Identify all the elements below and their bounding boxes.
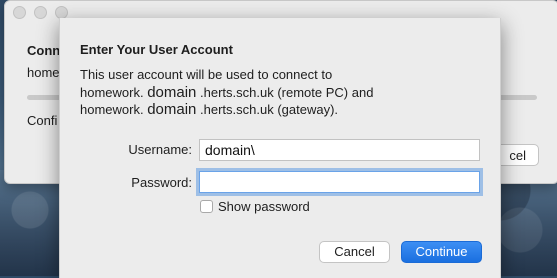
background-title: Conn <box>27 43 61 58</box>
domain-placeholder: domain <box>147 84 197 101</box>
cancel-button[interactable]: Cancel <box>319 241 390 263</box>
background-status-text: Confi <box>27 113 58 128</box>
close-window-icon[interactable] <box>13 6 26 19</box>
password-label: Password: <box>131 175 192 190</box>
dialog-description: homework. domain .herts.sch.uk (remote P… <box>80 84 373 101</box>
show-password-label[interactable]: Show password <box>218 199 310 214</box>
show-password-toggle[interactable]: Show password <box>200 199 310 214</box>
host-prefix: homework. <box>80 85 144 100</box>
continue-button[interactable]: Continue <box>401 241 482 263</box>
dialog-description: This user account will be used to connec… <box>80 67 333 82</box>
user-account-dialog: Enter Your User Account This user accoun… <box>59 18 501 278</box>
host-suffix: .herts.sch.uk (remote PC) and <box>200 85 374 100</box>
dialog-description: homework. domain .herts.sch.uk (gateway)… <box>80 101 338 118</box>
dialog-title: Enter Your User Account <box>80 42 233 57</box>
domain-placeholder: domain <box>147 101 197 118</box>
username-field[interactable] <box>199 139 480 161</box>
host-suffix: .herts.sch.uk (gateway). <box>200 102 339 117</box>
minimize-window-icon[interactable] <box>34 6 47 19</box>
password-field[interactable] <box>199 171 480 193</box>
host-prefix: homework. <box>80 102 144 117</box>
show-password-checkbox[interactable] <box>200 200 213 213</box>
background-line: home <box>27 65 60 80</box>
username-label: Username: <box>128 142 192 157</box>
